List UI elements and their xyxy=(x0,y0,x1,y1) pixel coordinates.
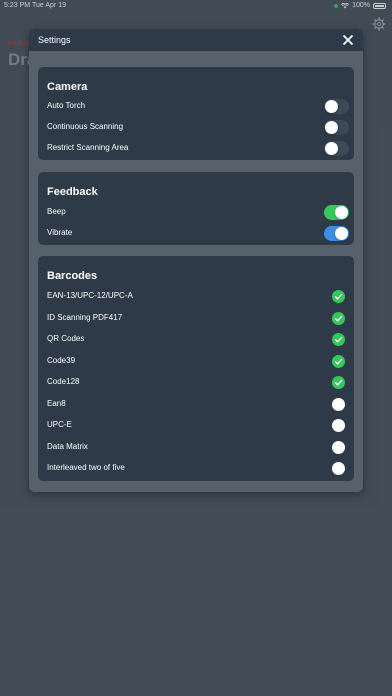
toggle-knob xyxy=(335,227,348,240)
barcode-label: QR Codes xyxy=(47,334,85,343)
feedback-section-title: Feedback xyxy=(47,186,98,198)
barcode-label: Code39 xyxy=(47,355,76,365)
feedback-section: Feedback Beep Vibrate xyxy=(38,172,354,245)
setting-row-beep: Beep xyxy=(38,202,354,223)
pdf417-checkbox[interactable] xyxy=(332,311,345,325)
setting-row-restrict-scanning-area: Restrict Scanning Area xyxy=(38,138,354,159)
code39-checkbox[interactable] xyxy=(332,354,345,368)
beep-toggle[interactable] xyxy=(324,205,349,220)
checkmark-icon xyxy=(334,379,343,386)
barcode-row-ean13[interactable]: EAN-13/UPC-12/UPC-A xyxy=(38,286,354,307)
checkmark-icon xyxy=(334,293,343,300)
setting-label: Beep xyxy=(47,207,66,216)
barcode-row-qr[interactable]: QR Codes xyxy=(38,329,354,350)
barcode-row-interleaved-2of5[interactable]: Interleaved two of five xyxy=(38,458,354,479)
barcode-row-upce[interactable]: UPC-E xyxy=(38,415,354,436)
setting-row-auto-torch: Auto Torch xyxy=(38,96,354,117)
toggle-knob xyxy=(325,142,338,155)
vibrate-toggle[interactable] xyxy=(324,226,349,241)
code128-checkbox[interactable] xyxy=(332,376,345,389)
barcode-label: EAN-13/UPC-12/UPC-A xyxy=(47,291,133,300)
barcode-row-pdf417[interactable]: ID Scanning PDF417 xyxy=(38,308,354,329)
setting-row-continuous-scanning: Continuous Scanning xyxy=(38,117,354,138)
checkmark-icon xyxy=(334,315,343,321)
restrict-scanning-area-toggle[interactable] xyxy=(324,141,349,156)
upc-e-checkbox[interactable] xyxy=(332,419,345,432)
setting-label: Continuous Scanning xyxy=(47,122,124,131)
camera-section: Camera Auto Torch Continuous Scanning Re… xyxy=(38,67,354,160)
setting-label: Auto Torch xyxy=(47,101,86,110)
settings-modal: Settings Camera Auto Torch Continuous Sc… xyxy=(29,29,363,492)
toggle-knob xyxy=(325,121,338,134)
barcode-row-code39[interactable]: Code39 xyxy=(38,351,354,372)
barcode-row-data-matrix[interactable]: Data Matrix xyxy=(38,437,354,458)
setting-label: Vibrate xyxy=(47,228,73,237)
checkmark-icon xyxy=(334,358,343,364)
data-matrix-checkbox[interactable] xyxy=(332,440,345,454)
camera-section-title: Camera xyxy=(47,81,88,93)
barcode-label: Ean8 xyxy=(47,398,66,408)
barcode-label: Interleaved two of five xyxy=(47,463,125,472)
barcode-label: Code128 xyxy=(47,377,80,386)
auto-torch-toggle[interactable] xyxy=(324,99,349,114)
toggle-knob xyxy=(325,100,338,113)
close-icon[interactable] xyxy=(341,33,355,47)
toggle-knob xyxy=(335,206,348,219)
ean8-checkbox[interactable] xyxy=(332,397,345,411)
modal-header: Settings xyxy=(29,29,363,51)
barcodes-section-title: Barcodes xyxy=(47,270,98,282)
checkmark-icon xyxy=(334,336,343,343)
ean13-checkbox[interactable] xyxy=(332,290,345,303)
barcode-label: UPC-E xyxy=(47,420,72,429)
setting-label: Restrict Scanning Area xyxy=(47,143,129,152)
barcode-label: Data Matrix xyxy=(47,441,88,451)
barcode-label: ID Scanning PDF417 xyxy=(47,312,123,322)
interleaved-2of5-checkbox[interactable] xyxy=(332,462,345,475)
modal-title: Settings xyxy=(38,35,71,45)
continuous-scanning-toggle[interactable] xyxy=(324,120,349,135)
barcodes-section: Barcodes EAN-13/UPC-12/UPC-A ID Scanning… xyxy=(38,256,354,481)
setting-row-vibrate: Vibrate xyxy=(38,223,354,244)
qr-codes-checkbox[interactable] xyxy=(332,333,345,346)
barcode-row-ean8[interactable]: Ean8 xyxy=(38,394,354,415)
barcode-row-code128[interactable]: Code128 xyxy=(38,372,354,393)
